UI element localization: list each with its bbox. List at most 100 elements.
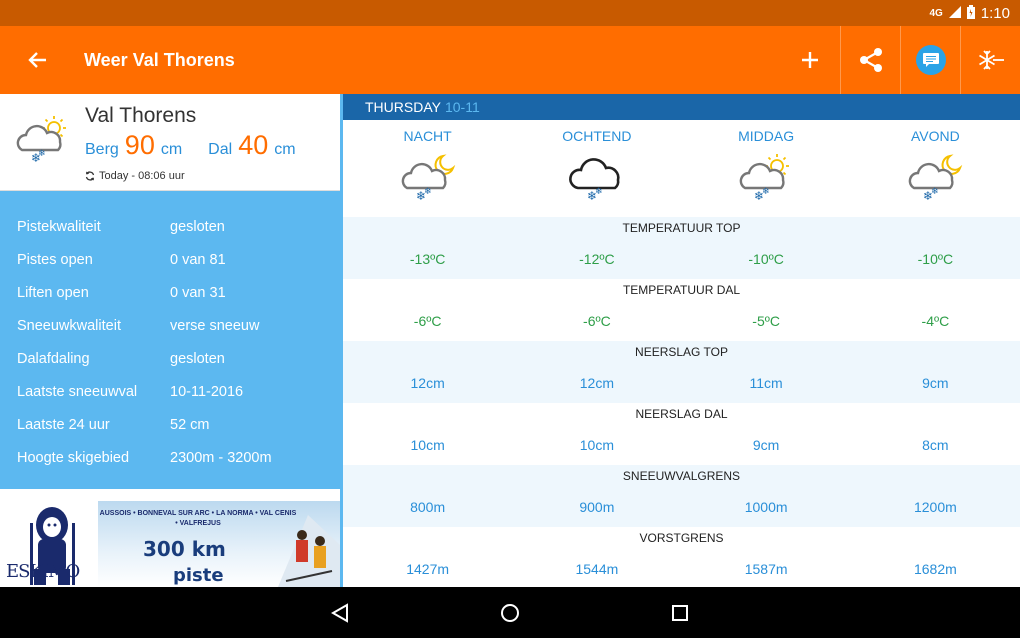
section-title: TEMPERATUUR DAL [622, 283, 741, 297]
stat-value: gesloten [170, 350, 225, 367]
snow-settings-button[interactable] [960, 26, 1020, 94]
circle-home-icon [501, 603, 519, 622]
status-bar: 4G 1:10 [0, 0, 1020, 26]
day-date: 10-11 [444, 99, 480, 115]
snowflake-icon [978, 50, 1004, 70]
night-cloud-snow-icon: ❄ ❄ [401, 154, 455, 203]
forecast-periods: NACHT ❄ ❄ OCHTEND ❄ ❄ MIDDAG ❄ ❄ AVOND ❄… [343, 120, 1020, 217]
period-ochtend: OCHTEND ❄ ❄ [512, 120, 681, 217]
ad-headline: 300 km [143, 537, 226, 561]
battery-icon [966, 4, 975, 22]
stat-row: Sneeuwkwaliteit verse sneeuw [0, 309, 340, 342]
sun-cloud-snow-icon: ❄ ❄ [739, 154, 790, 203]
last-updated[interactable]: Today - 08:06 uur [85, 170, 185, 182]
app-title: Weer Val Thorens [84, 49, 235, 70]
section-values: 1427m 1544m 1587m 1682m [343, 549, 1020, 587]
temp-dal-section: TEMPERATUUR DAL -6ºC -6ºC -5ºC -4ºC [343, 279, 1020, 341]
section-values: -13ºC -12ºC -10ºC -10ºC [343, 239, 1020, 279]
section-values: -6ºC -6ºC -5ºC -4ºC [343, 301, 1020, 341]
stat-value: gesloten [170, 218, 225, 235]
value-cell: 12cm [579, 375, 614, 391]
resort-name: Val Thorens [85, 104, 197, 127]
value-cell: 11cm [749, 375, 783, 391]
refresh-icon [85, 171, 95, 181]
message-icon [915, 45, 946, 75]
stat-row: Pistes open 0 van 81 [0, 243, 340, 276]
resort-panel: ❄ ❄ Val Thorens Berg 90 cm Dal 40 cm Tod… [0, 94, 340, 587]
message-button[interactable] [900, 26, 960, 94]
section-title: NEERSLAG DAL [635, 407, 728, 421]
stat-label: Pistekwaliteit [17, 218, 101, 235]
value-cell: 1427m [406, 561, 450, 577]
ad-banner[interactable]: ESKIMO AUSSOIS • BONNEVAL SUR ARC • LA N… [0, 489, 340, 587]
period-name: NACHT [403, 128, 452, 144]
resort-card: ❄ ❄ Val Thorens Berg 90 cm Dal 40 cm Tod… [0, 94, 340, 191]
svg-text:❄: ❄ [762, 187, 770, 197]
value-cell: 1682m [913, 561, 957, 577]
share-icon [859, 48, 882, 72]
ad-image: AUSSOIS • BONNEVAL SUR ARC • LA NORMA • … [98, 501, 340, 587]
nav-home-button[interactable] [495, 598, 525, 628]
value-cell: 10cm [410, 437, 445, 453]
section-values: 10cm 10cm 9cm 8cm [343, 425, 1020, 465]
value-cell: -12ºC [579, 251, 615, 267]
value-cell: 800m [410, 499, 446, 515]
stat-label: Dalafdaling [17, 350, 90, 367]
period-nacht: NACHT ❄ ❄ [343, 120, 512, 217]
period-name: AVOND [911, 128, 960, 144]
app-bar: Weer Val Thorens [0, 26, 1020, 94]
updated-text: Today - 08:06 uur [99, 170, 185, 182]
freezing-level-section: VORSTGRENS 1427m 1544m 1587m 1682m [343, 527, 1020, 587]
triangle-back-icon [331, 602, 348, 623]
stat-label: Sneeuwkwaliteit [17, 317, 121, 334]
berg-unit: cm [160, 141, 183, 158]
square-recents-icon [672, 604, 688, 621]
forecast-panel: THURSDAY 10-11 NACHT ❄ ❄ OCHTEND ❄ ❄ MID… [343, 94, 1020, 587]
temp-top-section: TEMPERATUUR TOP -13ºC -12ºC -10ºC -10ºC [343, 217, 1020, 279]
nav-back-button[interactable] [325, 598, 355, 628]
stat-value: 2300m - 3200m [170, 449, 272, 466]
precip-top-section: NEERSLAG TOP 12cm 12cm 11cm 9cm [343, 341, 1020, 403]
arrow-left-icon [28, 52, 46, 68]
nav-recents-button[interactable] [665, 598, 695, 628]
value-cell: 1200m [913, 499, 957, 515]
stat-value: 52 cm [170, 416, 210, 433]
ad-towns: AUSSOIS • BONNEVAL SUR ARC • LA NORMA • … [99, 510, 297, 527]
cloud-snow-icon: ❄ ❄ [568, 158, 620, 203]
value-cell: 8cm [922, 437, 949, 453]
resort-stats: Pistekwaliteit gesloten Pistes open 0 van … [0, 191, 340, 489]
section-values: 12cm 12cm 11cm 9cm [343, 363, 1020, 403]
clock: 1:10 [980, 4, 1010, 22]
signal-icon [948, 5, 961, 21]
value-cell: 1544m [575, 561, 619, 577]
ad-brand: ESKIMO [6, 561, 80, 582]
stat-row: Laatste 24 uur 52 cm [0, 408, 340, 441]
stat-value: 0 van 31 [170, 284, 226, 301]
share-button[interactable] [840, 26, 900, 94]
stat-row: Pistekwaliteit gesloten [0, 210, 340, 243]
night-cloud-snow-icon: ❄ ❄ [909, 154, 963, 203]
stat-label: Laatste sneeuwval [17, 383, 138, 400]
dal-unit: cm [274, 141, 296, 158]
value-cell: -10ºC [748, 251, 784, 267]
value-cell: -6ºC [583, 313, 611, 329]
plus-icon [802, 52, 818, 68]
value-cell: -13ºC [409, 251, 446, 267]
svg-text:❄: ❄ [38, 149, 46, 159]
value-cell: -4ºC [921, 313, 950, 329]
back-button[interactable] [0, 26, 76, 94]
period-avond: AVOND ❄ ❄ [851, 120, 1020, 217]
dal-label: Dal [208, 141, 233, 158]
snow-depth: Berg 90 cm Dal 40 cm [85, 130, 296, 161]
stat-label: Laatste 24 uur [17, 416, 110, 433]
value-cell: -6ºC [413, 313, 442, 329]
dal-value: 40 [238, 130, 269, 160]
value-cell: 9cm [922, 375, 949, 391]
section-title: NEERSLAG TOP [635, 345, 728, 359]
day-name: THURSDAY [365, 99, 441, 115]
svg-text:❄: ❄ [931, 187, 939, 197]
add-button[interactable] [780, 26, 840, 94]
snowline-section: SNEEUWVALGRENS 800m 900m 1000m 1200m [343, 465, 1020, 527]
svg-text:❄: ❄ [424, 187, 432, 197]
stat-value: verse sneeuw [170, 317, 260, 334]
